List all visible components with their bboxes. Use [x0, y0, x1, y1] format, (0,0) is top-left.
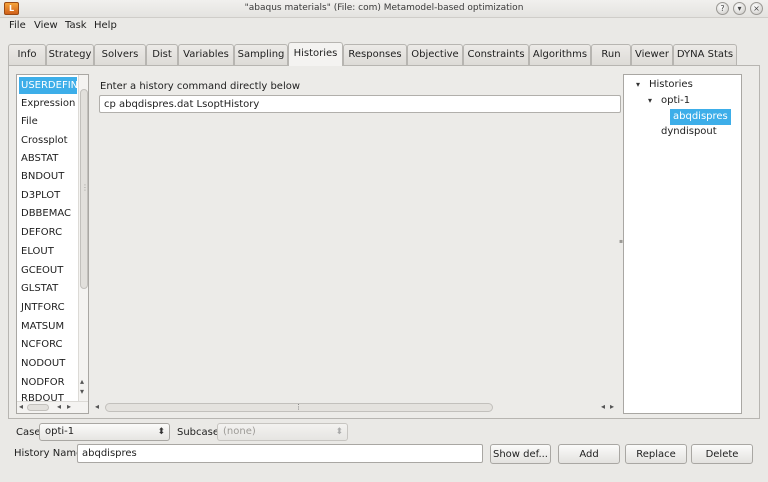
list-item-d3plot[interactable]: D3PLOT [19, 187, 60, 204]
scroll-left-arrow-icon[interactable]: ◂ [19, 402, 23, 411]
menu-help[interactable]: Help [94, 20, 117, 31]
history-name-input[interactable] [77, 444, 483, 463]
list-item-glstat[interactable]: GLSTAT [19, 280, 58, 297]
tab-constraints[interactable]: Constraints [463, 44, 529, 65]
updown-arrow-icon: ⬍ [335, 427, 343, 437]
tab-dyna-stats[interactable]: DYNA Stats [673, 44, 737, 65]
tab-solvers[interactable]: Solvers [94, 44, 146, 65]
tab-strategy[interactable]: Strategy [46, 44, 94, 65]
tab-histories[interactable]: Histories [288, 42, 343, 66]
tab-responses[interactable]: Responses [343, 44, 407, 65]
list-item-nodfor[interactable]: NODFOR [19, 374, 65, 391]
show-def-button[interactable]: Show def... [490, 444, 551, 464]
list-hscroll-thumb[interactable] [27, 404, 49, 411]
list-item-file[interactable]: File [19, 113, 38, 130]
splitter-handle-icon[interactable]: ⋮ [81, 183, 89, 192]
tab-sampling[interactable]: Sampling [234, 44, 288, 65]
list-item-gceout[interactable]: GCEOUT [19, 262, 63, 279]
list-item-jntforc[interactable]: JNTFORC [19, 299, 65, 316]
scroll-down-arrow-icon[interactable]: ▾ [80, 387, 84, 396]
case-select[interactable]: opti-1 ⬍ [39, 423, 170, 441]
histories-tree[interactable]: ▾ Histories ▾ opti-1 abqdispres dyndispo… [623, 74, 742, 414]
scroll-left-arrow-icon[interactable]: ◂ [601, 402, 605, 411]
list-item-bndout[interactable]: BNDOUT [19, 168, 64, 185]
list-item-ncforc[interactable]: NCFORC [19, 336, 63, 353]
help-icon[interactable]: ? [716, 2, 729, 15]
list-item-crossplot[interactable]: Crossplot [19, 132, 68, 149]
scroll-grip-icon: ⋮ [295, 403, 302, 411]
tab-variables[interactable]: Variables [178, 44, 234, 65]
tab-bar: Info Strategy Solvers Dist Variables Sam… [8, 42, 760, 66]
subcase-label: Subcase [177, 427, 220, 438]
list-item-deforc[interactable]: DEFORC [19, 224, 62, 241]
add-button[interactable]: Add [558, 444, 620, 464]
list-item-abstat[interactable]: ABSTAT [19, 150, 58, 167]
minimize-icon[interactable]: ▾ [733, 2, 746, 15]
scroll-right-arrow-icon[interactable]: ▸ [610, 402, 614, 411]
tree-history-dyndispout[interactable]: dyndispout [661, 124, 717, 140]
updown-arrow-icon: ⬍ [157, 427, 165, 437]
tab-dist[interactable]: Dist [146, 44, 178, 65]
editor-horizontal-scrollbar[interactable]: ◂ ⋮ ◂ ▸ [95, 402, 617, 414]
history-command-input[interactable] [99, 95, 621, 113]
tab-algorithms[interactable]: Algorithms [529, 44, 591, 65]
list-vertical-scrollbar[interactable]: ▴ ▾ [78, 75, 88, 401]
expand-arrow-icon[interactable]: ▾ [648, 96, 652, 105]
history-command-prompt: Enter a history command directly below [100, 81, 301, 92]
history-type-list[interactable]: USERDEFINE Expression File Crossplot ABS… [16, 74, 89, 414]
case-label: Case [16, 427, 41, 438]
list-item-expression[interactable]: Expression [19, 95, 75, 112]
tab-viewer[interactable]: Viewer [631, 44, 673, 65]
list-item-elout[interactable]: ELOUT [19, 243, 54, 260]
menu-bar: File View Task Help [0, 18, 768, 36]
tree-root-histories[interactable]: Histories [649, 77, 693, 93]
list-horizontal-scrollbar[interactable]: ◂ ◂ ▸ [17, 401, 88, 413]
delete-button[interactable]: Delete [691, 444, 753, 464]
scroll-left-arrow-icon[interactable]: ◂ [95, 402, 99, 411]
tab-info[interactable]: Info [8, 44, 46, 65]
history-name-label: History Name [14, 448, 83, 459]
replace-button[interactable]: Replace [625, 444, 687, 464]
menu-file[interactable]: File [9, 20, 26, 31]
close-icon[interactable]: × [750, 2, 763, 15]
menu-view[interactable]: View [34, 20, 58, 31]
expand-arrow-icon[interactable]: ▾ [636, 80, 640, 89]
subcase-select[interactable]: (none) ⬍ [217, 423, 348, 441]
title-bar: L "abaqus materials" (File: com) Metamod… [0, 0, 768, 18]
list-item-matsum[interactable]: MATSUM [19, 318, 64, 335]
window-title: "abaqus materials" (File: com) Metamodel… [244, 3, 524, 13]
scroll-right-arrow-icon[interactable]: ▸ [67, 402, 71, 411]
subcase-select-value: (none) [223, 426, 256, 437]
list-item-rbdout[interactable]: RBDOUT [19, 392, 64, 401]
scroll-up-arrow-icon[interactable]: ▴ [80, 377, 84, 386]
tree-case-opti-1[interactable]: opti-1 [661, 93, 690, 109]
scroll-left-arrow-icon[interactable]: ◂ [57, 402, 61, 411]
case-select-value: opti-1 [45, 426, 75, 437]
list-item-nodout[interactable]: NODOUT [19, 355, 65, 372]
tab-run[interactable]: Run [591, 44, 631, 65]
list-item-userdefine[interactable]: USERDEFINE [19, 77, 84, 94]
list-item-dbbemac[interactable]: DBBEMAC [19, 205, 71, 222]
menu-task[interactable]: Task [65, 20, 87, 31]
tab-objective[interactable]: Objective [407, 44, 463, 65]
tree-history-abqdispres[interactable]: abqdispres [670, 109, 731, 125]
